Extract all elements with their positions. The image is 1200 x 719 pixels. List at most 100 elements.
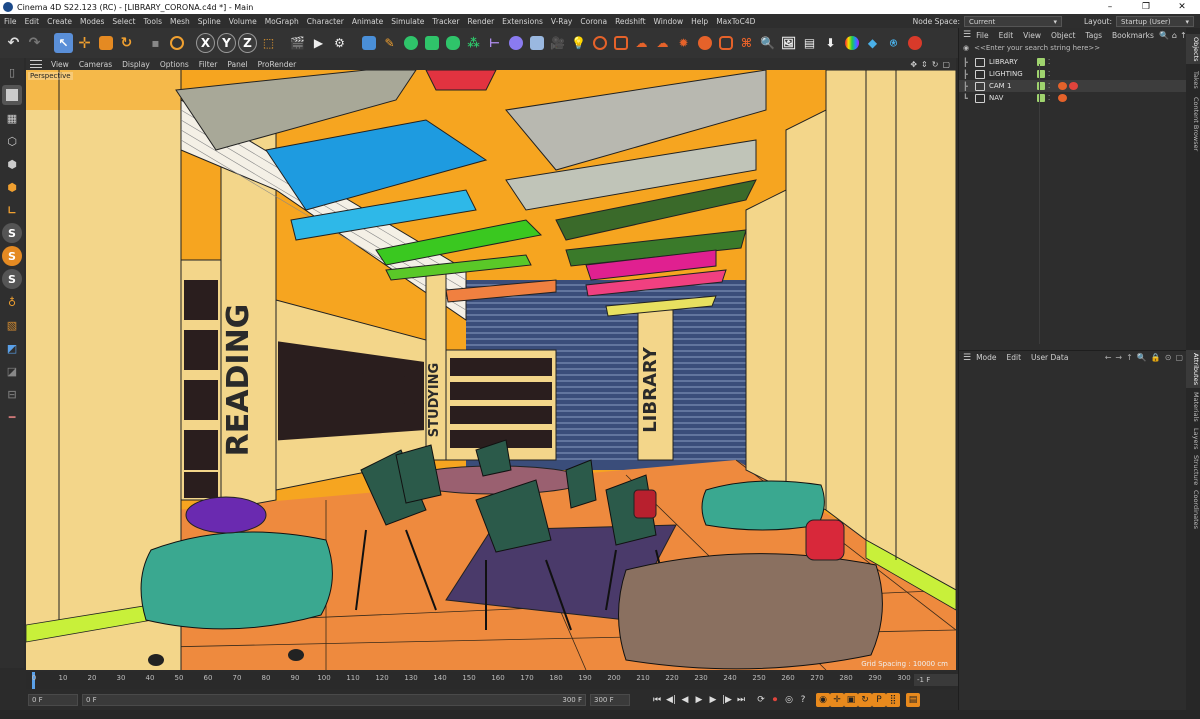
field-icon[interactable] — [506, 33, 525, 53]
script-tag-icon[interactable] — [1058, 94, 1067, 102]
lock-icon[interactable]: 🔒 — [1151, 353, 1161, 362]
attribute-menu-user-data[interactable]: User Data — [1026, 353, 1073, 362]
corona-cloud-icon[interactable]: ☁ — [653, 33, 672, 53]
corona-material-icon[interactable] — [716, 33, 735, 53]
object-menu-tags[interactable]: Tags — [1080, 31, 1107, 40]
menu-window[interactable]: Window — [650, 17, 688, 26]
menu-character[interactable]: Character — [303, 17, 348, 26]
axis-mode-icon[interactable]: ∟ — [2, 200, 22, 220]
settings-icon[interactable]: ⊙ — [1165, 353, 1172, 362]
cube-icon[interactable] — [359, 33, 378, 53]
new-window-icon[interactable]: ▢ — [1175, 353, 1183, 362]
corona-camera-tag-icon[interactable] — [1058, 82, 1067, 90]
vray-vfb-icon[interactable]: ⍟ — [884, 33, 903, 53]
object-menu-file[interactable]: File — [971, 31, 994, 40]
menu-corona[interactable]: Corona — [576, 17, 611, 26]
picture-viewer-icon[interactable]: 🖼 — [779, 33, 798, 53]
undo-icon[interactable]: ↶ — [4, 33, 23, 53]
snap-icon[interactable]: S — [2, 223, 22, 243]
timeline-ruler[interactable]: 0 10 20 30 40 50 60 70 80 90 100 110 120… — [26, 672, 956, 689]
menu-mesh[interactable]: Mesh — [166, 17, 194, 26]
object-row-cam-1[interactable]: ┣ CAM 1 ⁚ — [959, 80, 1186, 92]
menu-simulate[interactable]: Simulate — [387, 17, 428, 26]
deformer-icon[interactable]: ⊢ — [485, 33, 504, 53]
menu-render[interactable]: Render — [463, 17, 498, 26]
render-queue-icon[interactable]: ▤ — [800, 33, 819, 53]
tab-objects[interactable]: Objects — [1186, 34, 1200, 64]
minimize-button[interactable]: – — [1092, 2, 1128, 12]
start-frame-field[interactable]: 0 F — [28, 694, 78, 706]
tab-coordinates[interactable]: Coordinates — [1186, 488, 1200, 532]
current-frame-field[interactable]: -1 F — [914, 674, 958, 686]
render-view-icon[interactable]: ▶ — [309, 33, 328, 53]
tab-attributes[interactable]: Attributes — [1186, 350, 1200, 388]
keyframe-selection-icon[interactable]: ? — [796, 693, 810, 707]
menu-mograph[interactable]: MoGraph — [261, 17, 303, 26]
viewport-menu-options[interactable]: Options — [155, 60, 194, 69]
corona-proxy-icon[interactable]: ⌘ — [737, 33, 756, 53]
pen-icon[interactable]: ✎ — [380, 33, 399, 53]
home-icon[interactable]: ⌂ — [1172, 31, 1177, 40]
end-frame-field[interactable]: 300 F — [590, 694, 630, 706]
loop-icon[interactable]: ⟳ — [754, 693, 768, 707]
column-divider[interactable] — [1039, 64, 1040, 344]
object-menu-bookmarks[interactable]: Bookmarks — [1107, 31, 1159, 40]
key-position-icon[interactable]: ◉ — [816, 693, 830, 707]
next-key-icon[interactable]: |▶ — [720, 693, 734, 707]
viewport-menu-prorender[interactable]: ProRender — [253, 60, 302, 69]
attribute-menu-edit[interactable]: Edit — [1002, 353, 1027, 362]
texture-mode-icon[interactable]: ▦ — [2, 108, 22, 128]
polygon-mode-icon[interactable]: ⬢ — [2, 177, 22, 197]
object-menu-edit[interactable]: Edit — [994, 31, 1019, 40]
object-menu-view[interactable]: View — [1018, 31, 1046, 40]
layout-dropdown[interactable]: Startup (User) ▾ — [1116, 15, 1194, 27]
quantize-icon[interactable]: ⊟ — [2, 384, 22, 404]
object-row-lighting[interactable]: ┣ LIGHTING ⁚ — [959, 68, 1186, 80]
viewport-menu-view[interactable]: View — [46, 60, 74, 69]
key-move-icon[interactable]: ✛ — [830, 693, 844, 707]
toggle-view-icon[interactable]: ▢ — [942, 60, 950, 69]
viewport-menu-cameras[interactable]: Cameras — [74, 60, 117, 69]
go-to-end-icon[interactable]: ⏭ — [734, 693, 748, 707]
snap-settings-icon[interactable]: S — [2, 246, 22, 266]
record-icon[interactable]: ⏺ — [768, 693, 782, 707]
key-param-icon[interactable]: P — [872, 693, 886, 707]
node-space-dropdown[interactable]: Current (Standard/Physical) ▾ — [963, 15, 1062, 36]
menu-create[interactable]: Create — [43, 17, 76, 26]
object-search-bar[interactable]: ◉ <<Enter your search string here>> — [959, 42, 1186, 54]
make-editable-icon[interactable]: ▯ — [2, 62, 22, 82]
sculpt-icon[interactable]: ♁ — [2, 292, 22, 312]
maximize-button[interactable]: ❐ — [1128, 2, 1164, 12]
search-toggle-icon[interactable]: ◉ — [963, 44, 969, 52]
viewport-menu-display[interactable]: Display — [117, 60, 155, 69]
menu-tracker[interactable]: Tracker — [428, 17, 463, 26]
color-picker-icon[interactable] — [842, 33, 861, 53]
menu-spline[interactable]: Spline — [194, 17, 225, 26]
menu-select[interactable]: Select — [108, 17, 139, 26]
select-tool-icon[interactable]: ↖ — [54, 33, 73, 53]
camera-label[interactable]: Perspective — [28, 72, 73, 80]
visibility-dots-icon[interactable]: ⁚ — [1048, 58, 1054, 66]
solo-icon[interactable]: ━ — [2, 407, 22, 427]
menu-file[interactable]: File — [0, 17, 21, 26]
vray-icon[interactable]: ◆ — [863, 33, 882, 53]
edge-mode-icon[interactable]: ⬢ — [2, 154, 22, 174]
previous-key-icon[interactable]: ◀| — [664, 693, 678, 707]
autokey-icon[interactable]: ◎ — [782, 693, 796, 707]
cloner-icon[interactable] — [443, 33, 462, 53]
go-to-start-icon[interactable]: ⏮ — [650, 693, 664, 707]
recent-tools-icon[interactable]: ▪ — [146, 33, 165, 53]
tab-takes[interactable]: Takes — [1186, 68, 1200, 92]
corona-render-icon[interactable] — [590, 33, 609, 53]
menu-tools[interactable]: Tools — [140, 17, 166, 26]
menu-maxtoc4d[interactable]: MaxToC4D — [712, 17, 759, 26]
menu-edit[interactable]: Edit — [21, 17, 44, 26]
visibility-dots-icon[interactable]: ⁚ — [1048, 70, 1054, 78]
forward-arrow-icon[interactable]: → — [1115, 353, 1122, 362]
frame-range-slider[interactable]: 0 F 300 F — [82, 694, 586, 706]
tab-structure[interactable]: Structure — [1186, 454, 1200, 486]
timeline-window-icon[interactable]: ▤ — [906, 693, 920, 707]
3d-viewport[interactable]: READING STUDYING LIBRARY Perspective Gri… — [26, 70, 956, 670]
up-arrow-icon[interactable]: ↑ — [1126, 353, 1133, 362]
workplane-snap-icon[interactable]: S — [2, 269, 22, 289]
